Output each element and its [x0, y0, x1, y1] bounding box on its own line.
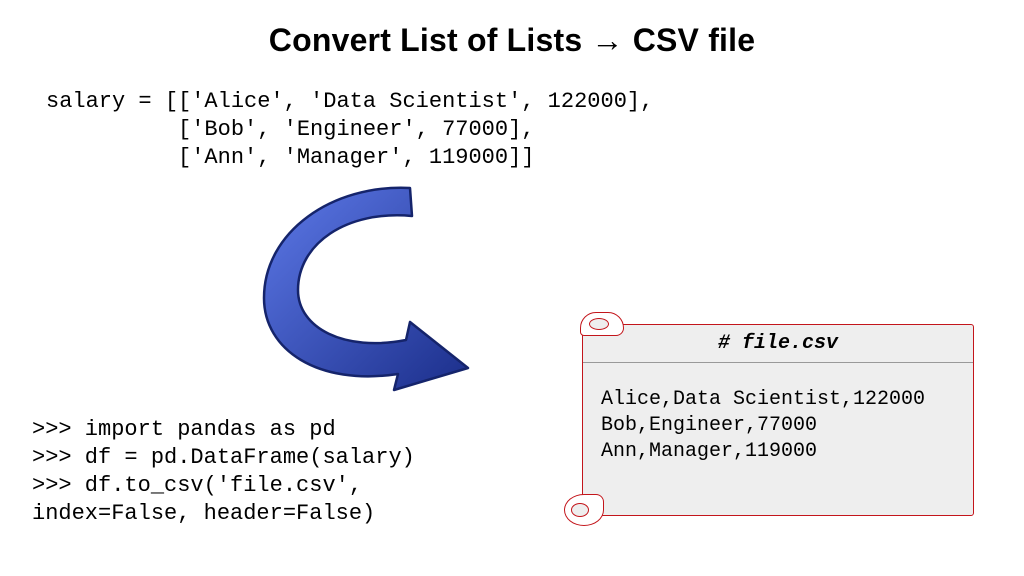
code-block-input: salary = [['Alice', 'Data Scientist', 12… — [46, 88, 653, 172]
file-content: Alice,Data Scientist,122000 Bob,Engineer… — [583, 363, 973, 479]
curved-arrow-icon — [240, 180, 490, 400]
file-output-panel: # file.csv Alice,Data Scientist,122000 B… — [566, 314, 976, 524]
file-body: # file.csv Alice,Data Scientist,122000 B… — [582, 324, 974, 516]
scroll-curl-top-icon — [580, 312, 624, 336]
page-title: Convert List of Lists → CSV file — [0, 22, 1024, 59]
scroll-curl-bottom-icon — [564, 494, 604, 526]
code-block-repl: >>> import pandas as pd >>> df = pd.Data… — [32, 416, 415, 528]
file-header: # file.csv — [583, 325, 973, 363]
